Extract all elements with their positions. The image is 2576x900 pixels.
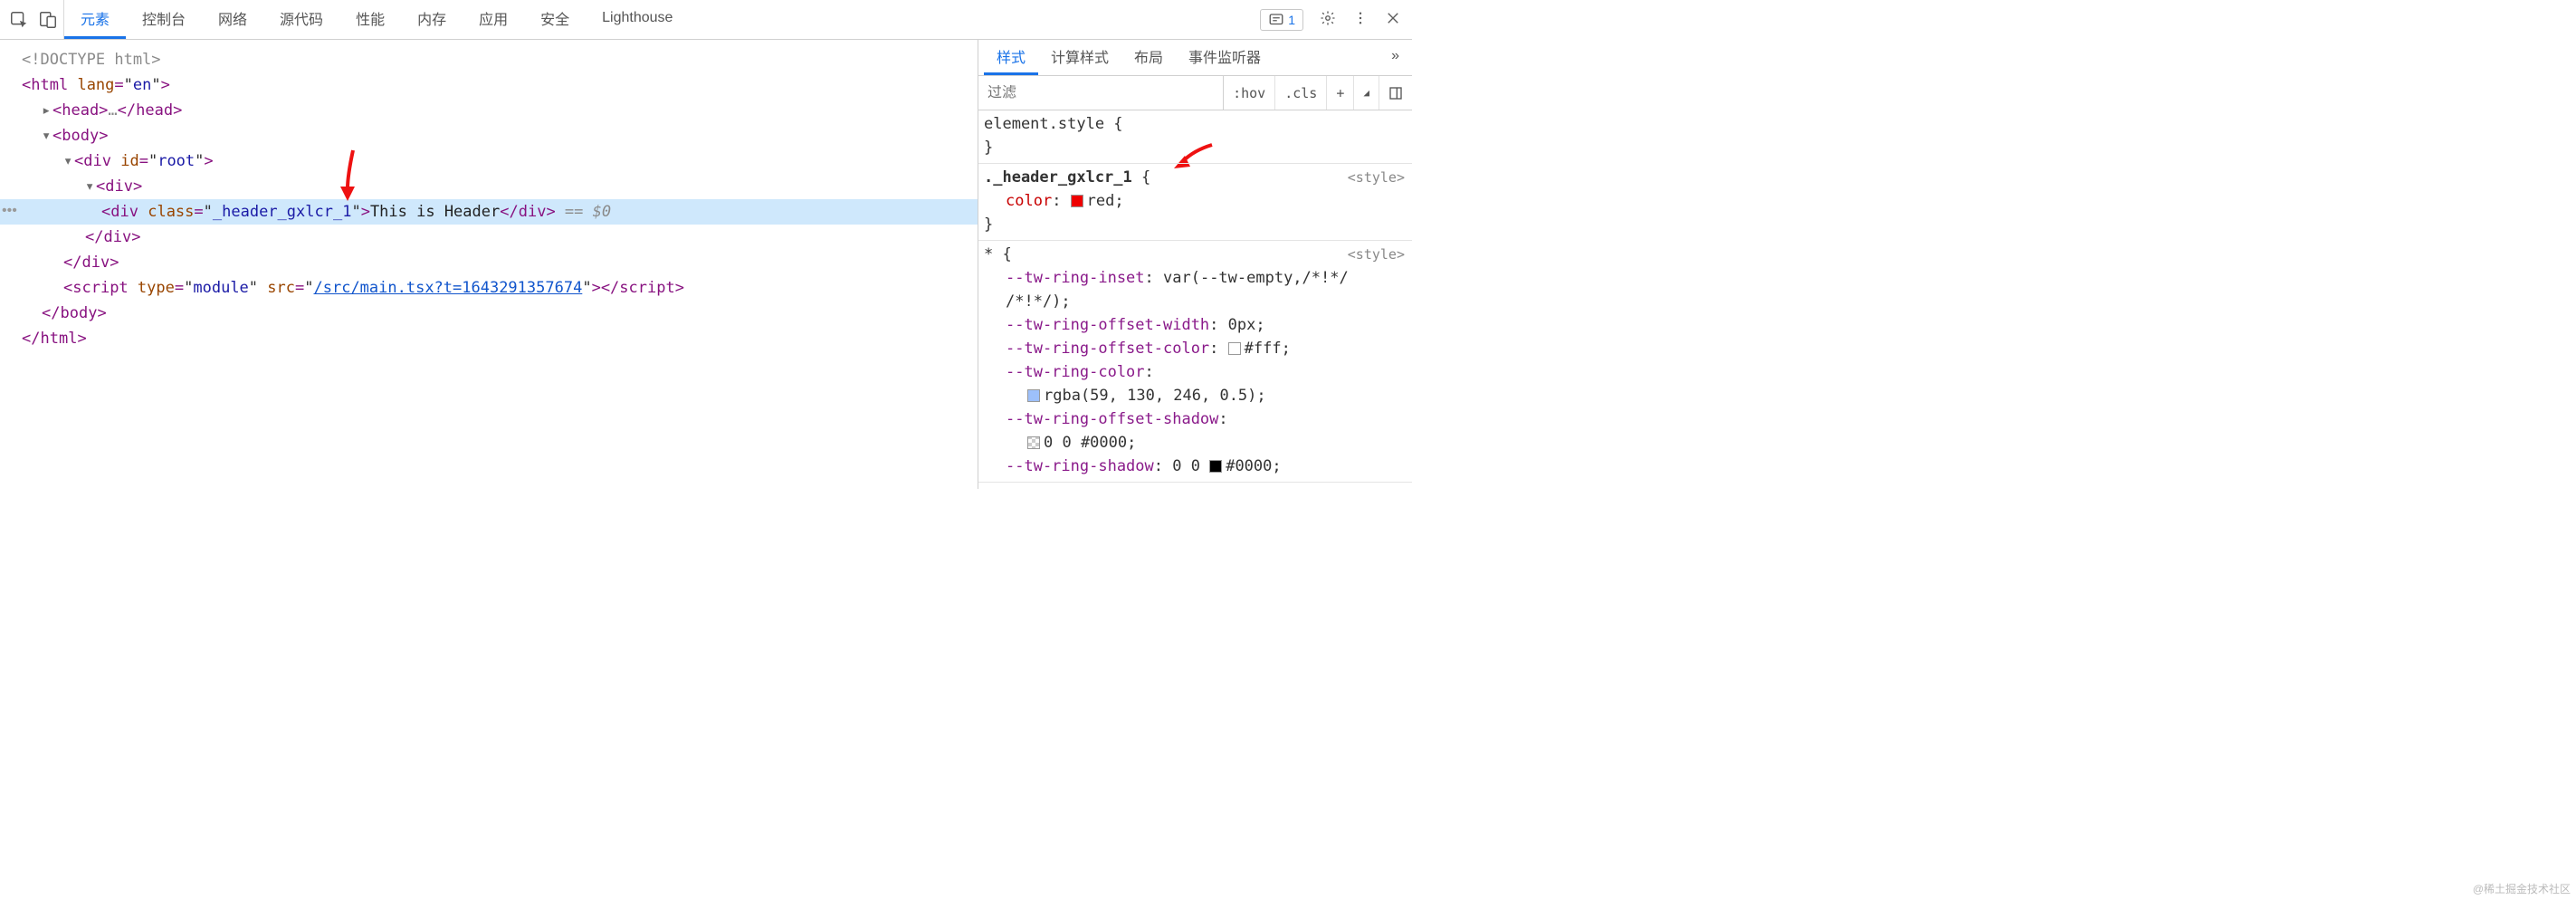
devtools-tabs: 元素控制台网络源代码性能内存应用安全Lighthouse [64, 0, 1249, 39]
dom-head[interactable]: ▸<head>…</head> [0, 98, 978, 123]
devtools-tab-8[interactable]: Lighthouse [586, 0, 689, 39]
styles-filter-input[interactable] [978, 85, 1223, 101]
dom-body-close[interactable]: </body> [0, 301, 978, 326]
inspect-icon[interactable] [9, 10, 29, 30]
dom-doctype[interactable]: <!DOCTYPE html> [0, 47, 978, 72]
new-style-rule-button[interactable]: + [1327, 76, 1354, 110]
computed-panel-toggle-icon[interactable] [1379, 76, 1412, 110]
toolbar-right-group: 1 [1249, 0, 1412, 39]
styles-tab-1[interactable]: 计算样式 [1038, 40, 1121, 75]
kebab-menu-icon[interactable] [1352, 10, 1369, 29]
devtools-tab-1[interactable]: 控制台 [126, 0, 202, 39]
dom-body-open[interactable]: ▾<body> [0, 123, 978, 148]
styles-pane: 样式计算样式布局事件监听器 » :hov .cls + ◢ element.sty… [978, 40, 1412, 489]
devtools-toolbar: 元素控制台网络源代码性能内存应用安全Lighthouse 1 [0, 0, 1412, 40]
elements-dom-pane[interactable]: ••• <!DOCTYPE html><html lang="en">▸<hea… [0, 40, 978, 489]
toolbar-left-group [0, 0, 64, 39]
styles-rules-list[interactable]: element.style {}<style>._header_gxlcr_1 … [978, 110, 1412, 489]
device-toggle-icon[interactable] [38, 10, 58, 30]
styles-tab-2[interactable]: 布局 [1121, 40, 1176, 75]
annotation-arrow-icon [335, 148, 362, 203]
style-rule-1[interactable]: <style>._header_gxlcr_1 {color: red;} [978, 164, 1412, 241]
watermark-text: @稀土掘金技术社区 [2473, 881, 2571, 896]
style-rule-0[interactable]: element.style {} [978, 110, 1412, 164]
devtools-tab-7[interactable]: 安全 [524, 0, 586, 39]
devtools-tab-3[interactable]: 源代码 [263, 0, 339, 39]
devtools-tab-6[interactable]: 应用 [463, 0, 524, 39]
dom-html-open[interactable]: <html lang="en"> [0, 72, 978, 98]
devtools-tab-0[interactable]: 元素 [64, 0, 126, 39]
dom-tree[interactable]: <!DOCTYPE html><html lang="en">▸<head>…<… [0, 40, 978, 359]
styles-tab-3[interactable]: 事件监听器 [1176, 40, 1274, 75]
hov-toggle[interactable]: :hov [1224, 76, 1275, 110]
dom-div-root-close[interactable]: </div> [0, 250, 978, 275]
dom-div-open[interactable]: ▾<div> [0, 174, 978, 199]
styles-tabs-overflow[interactable]: » [1379, 40, 1412, 75]
dom-div-close[interactable]: </div> [0, 225, 978, 250]
issues-count: 1 [1288, 13, 1295, 27]
devtools-tab-2[interactable]: 网络 [202, 0, 263, 39]
dom-selected-line[interactable]: <div class="_header_gxlcr_1">This is Hea… [0, 199, 978, 225]
devtools-main: ••• <!DOCTYPE html><html lang="en">▸<hea… [0, 40, 1412, 489]
devtools-tab-5[interactable]: 内存 [401, 0, 463, 39]
close-devtools-icon[interactable] [1385, 10, 1401, 29]
devtools-tab-4[interactable]: 性能 [339, 0, 401, 39]
styles-corner-icon[interactable]: ◢ [1354, 76, 1379, 110]
styles-filter-bar: :hov .cls + ◢ [978, 76, 1412, 110]
dom-html-close[interactable]: </html> [0, 326, 978, 351]
settings-gear-icon[interactable] [1320, 10, 1336, 29]
dom-script-line[interactable]: <script type="module" src="/src/main.tsx… [0, 275, 978, 301]
styles-pane-tabs: 样式计算样式布局事件监听器 » [978, 40, 1412, 76]
style-rule-2[interactable]: <style>* {--tw-ring-inset: var(--tw-empt… [978, 241, 1412, 483]
dom-div-root-open[interactable]: ▾<div id="root"> [0, 148, 978, 174]
issues-indicator[interactable]: 1 [1260, 9, 1303, 31]
cls-toggle[interactable]: .cls [1275, 76, 1327, 110]
styles-tab-0[interactable]: 样式 [984, 40, 1038, 75]
